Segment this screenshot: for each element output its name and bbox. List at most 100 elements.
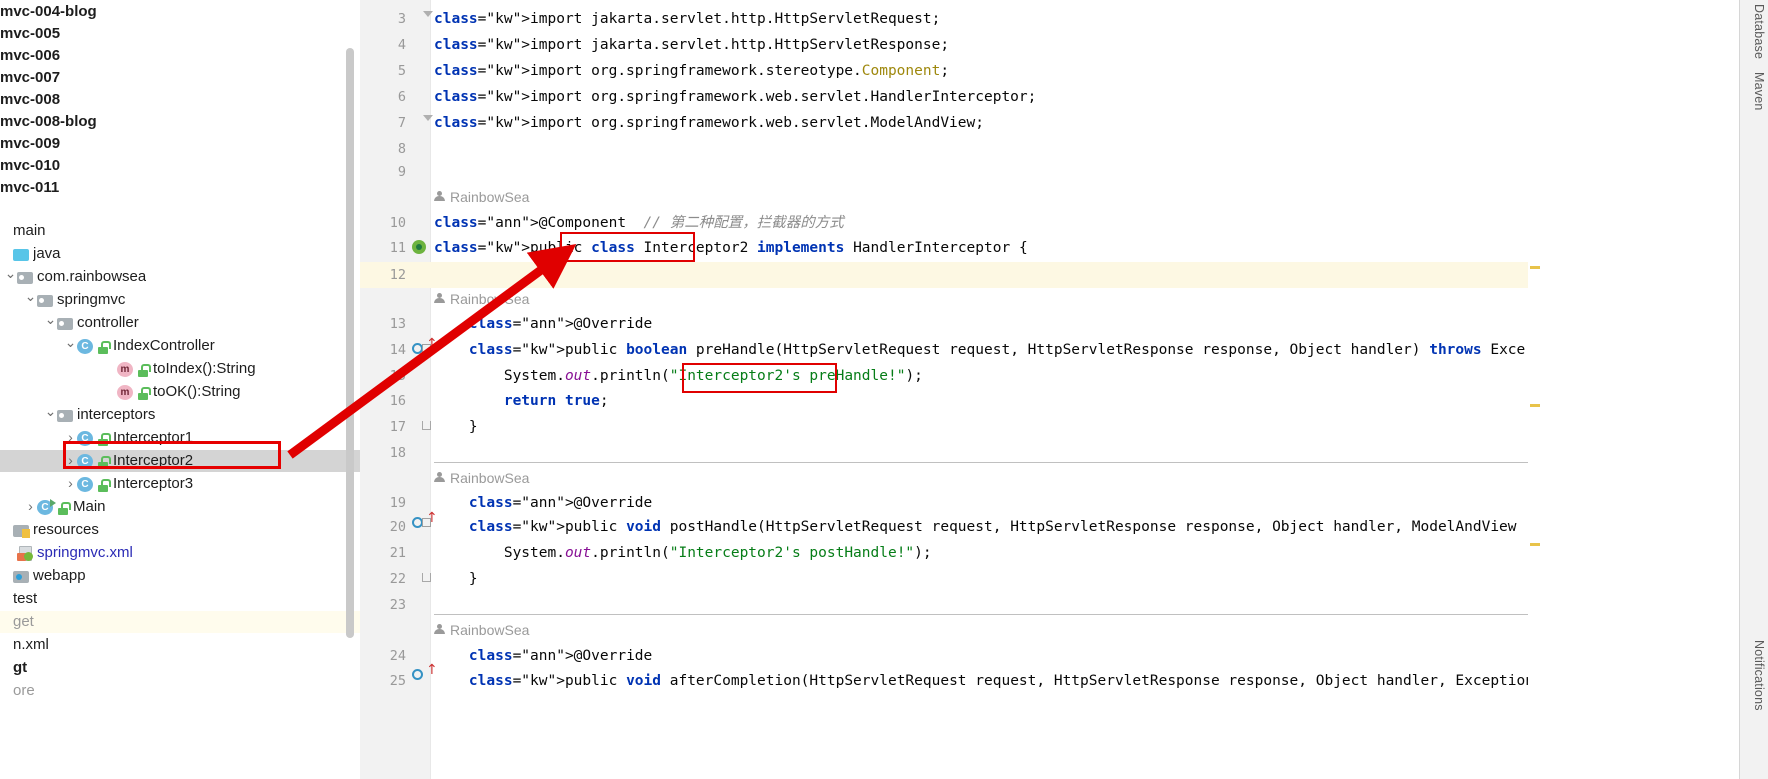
code-line[interactable]: 24 class="ann">@Override: [360, 643, 1540, 669]
chevron-down-icon[interactable]: [44, 403, 57, 428]
code-line[interactable]: 14 class="kw">public boolean preHandle(H…: [360, 337, 1540, 363]
tree-item[interactable]: toIndex():String: [0, 358, 360, 380]
editor-marker[interactable]: [1530, 266, 1540, 269]
editor-marker[interactable]: [1530, 543, 1540, 546]
tree-item[interactable]: get: [0, 611, 360, 633]
tree-module-item[interactable]: mvc-011: [0, 177, 59, 199]
tree-item[interactable]: controller: [0, 312, 360, 334]
code-line[interactable]: 12: [360, 262, 1540, 288]
chevron-down-icon[interactable]: [44, 311, 57, 336]
tree-item[interactable]: springmvc.xml: [0, 542, 360, 564]
tree-item[interactable]: springmvc: [0, 289, 360, 311]
code-line[interactable]: 17 }: [360, 414, 1540, 440]
code-line[interactable]: 11 class="kw">public class Interceptor2 i…: [360, 235, 1540, 261]
code-line-text: return true;: [503, 393, 609, 409]
project-tree-scrollbar[interactable]: [346, 48, 354, 638]
tree-item[interactable]: java: [0, 243, 360, 265]
code-line[interactable]: 19 class="ann">@Override: [360, 490, 1540, 516]
chevron-right-icon[interactable]: [24, 495, 37, 520]
tree-item[interactable]: IndexController: [0, 335, 360, 357]
code-surface[interactable]: 3 class="kw">import jakarta.servlet.http.…: [360, 0, 1540, 779]
tree-item-label: mvc-006: [0, 47, 61, 64]
tree-module-item[interactable]: mvc-010: [0, 155, 60, 177]
tree-item-label: get: [13, 613, 34, 630]
tree-item[interactable]: resources: [0, 519, 360, 541]
vcs-author-annotation: RainbowSea: [434, 287, 529, 311]
folder-icon: [13, 249, 29, 261]
tree-module-item[interactable]: mvc-007: [0, 67, 60, 89]
tree-item[interactable]: webapp: [0, 565, 360, 587]
tree-module-item[interactable]: mvc-009: [0, 133, 60, 155]
tree-item-label: mvc-008: [0, 91, 61, 108]
code-line-text: }: [434, 419, 478, 435]
code-line[interactable]: 6 class="kw">import org.springframework.w…: [360, 84, 1540, 110]
tree-item-label: main: [13, 222, 46, 239]
tree-module-item[interactable]: mvc-005: [0, 23, 60, 45]
fold-region-icon[interactable]: [422, 518, 431, 527]
tree-module-item[interactable]: mvc-008: [0, 89, 60, 111]
java-class-icon: [77, 339, 93, 354]
tree-item-label: resources: [33, 521, 99, 538]
tree-item[interactable]: main: [0, 220, 360, 242]
implementing-method-arrow-icon[interactable]: ↑: [426, 662, 438, 678]
fold-region-icon[interactable]: [422, 344, 431, 353]
chevron-down-icon[interactable]: [24, 288, 37, 313]
fold-end-brace-icon[interactable]: [422, 421, 431, 430]
code-line[interactable]: 13 class="ann">@Override: [360, 311, 1540, 337]
fold-end-brace-icon[interactable]: [422, 573, 431, 582]
chevron-right-icon[interactable]: [64, 449, 77, 474]
code-line[interactable]: 5 class="kw">import org.springframework.s…: [360, 58, 1540, 84]
tree-item-label: gt: [13, 659, 28, 676]
tree-item-label: IndexController: [113, 337, 215, 354]
code-editor[interactable]: 3 class="kw">import jakarta.servlet.http.…: [360, 0, 1540, 779]
code-line-text: class="kw">public class Interceptor2 imp…: [434, 240, 1028, 256]
code-line[interactable]: 25 class="kw">public void afterCompletio…: [360, 668, 1540, 694]
project-tool-window[interactable]: mvc-004-blog mvc-005 mvc-006 mvc-007 mvc-008…: [0, 0, 360, 779]
tool-tab-database[interactable]: Database: [1752, 4, 1766, 59]
vcs-author-name: RainbowSea: [450, 189, 530, 205]
line-number: 17: [389, 419, 406, 435]
code-line[interactable]: 16 return true;: [360, 388, 1540, 414]
code-line[interactable]: 10 class="ann">@Component // 第二种配置，拦截器的方式: [360, 210, 1540, 236]
tool-tab-notifications[interactable]: Notifications: [1752, 640, 1766, 711]
editor-scrollbar[interactable]: [1528, 0, 1540, 779]
chevron-down-icon[interactable]: [64, 334, 77, 359]
java-class-icon: [77, 454, 93, 469]
tree-module-item[interactable]: mvc-006: [0, 45, 60, 67]
tree-module-item[interactable]: mvc-008-blog: [0, 111, 97, 133]
tree-item[interactable]: ore: [0, 680, 360, 702]
tree-item-label: com.rainbowsea: [37, 268, 147, 285]
java-class-icon: [77, 431, 93, 446]
tree-item[interactable]: com.rainbowsea: [0, 266, 360, 288]
editor-marker[interactable]: [1530, 404, 1540, 407]
tree-item-selected[interactable]: Interceptor2: [0, 450, 360, 472]
fold-collapse-icon[interactable]: [423, 115, 433, 121]
code-line[interactable]: 22 }: [360, 566, 1540, 592]
code-line[interactable]: 7 class="kw">import org.springframework.w…: [360, 110, 1540, 136]
tree-item[interactable]: gt: [0, 657, 360, 679]
fold-collapse-icon[interactable]: [423, 11, 433, 17]
tree-module-item[interactable]: mvc-004-blog: [0, 1, 97, 23]
code-line[interactable]: 15 System.out.println("Interceptor2's pr…: [360, 363, 1540, 389]
code-line[interactable]: 3 class="kw">import jakarta.servlet.http.…: [360, 6, 1540, 32]
code-line[interactable]: 9: [360, 159, 1540, 185]
tree-item[interactable]: Interceptor1: [0, 427, 360, 449]
tree-item[interactable]: n.xml: [0, 634, 360, 656]
tool-tab-maven[interactable]: Maven: [1752, 72, 1766, 111]
code-line[interactable]: 4 class="kw">import jakarta.servlet.http.…: [360, 32, 1540, 58]
code-line[interactable]: 21 System.out.println("Interceptor2's po…: [360, 540, 1540, 566]
right-tool-strip[interactable]: Database Maven Notifications: [1739, 0, 1768, 779]
chevron-down-icon[interactable]: [4, 265, 17, 290]
tree-item[interactable]: Interceptor3: [0, 473, 360, 495]
tree-item-label: mvc-004-blog: [0, 3, 97, 20]
spring-bean-gutter-icon[interactable]: [412, 240, 426, 254]
tree-item[interactable]: test: [0, 588, 360, 610]
tree-item[interactable]: interceptors: [0, 404, 360, 426]
override-method-gutter-icon[interactable]: [412, 669, 423, 680]
tree-item[interactable]: Main: [0, 496, 360, 518]
chevron-right-icon[interactable]: [64, 472, 77, 497]
line-number: 23: [389, 597, 406, 613]
tree-item[interactable]: toOK():String: [0, 381, 360, 403]
code-line[interactable]: 20 class="kw">public void postHandle(Htt…: [360, 514, 1540, 540]
chevron-right-icon[interactable]: [64, 426, 77, 451]
